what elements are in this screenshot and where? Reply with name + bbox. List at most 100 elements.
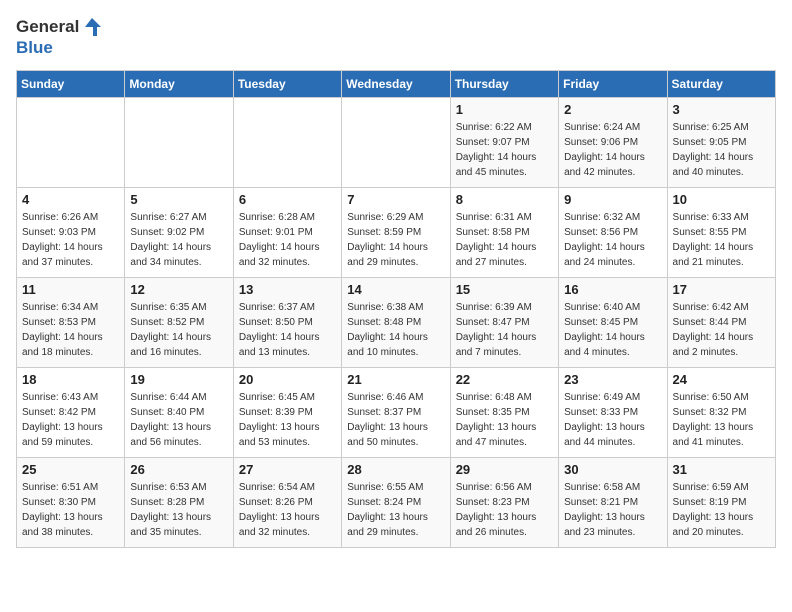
logo-text-general: General [16,17,79,37]
day-info: Sunrise: 6:45 AM Sunset: 8:39 PM Dayligh… [239,390,336,450]
calendar-cell: 2Sunrise: 6:24 AM Sunset: 9:06 PM Daylig… [559,98,667,188]
day-number: 27 [239,462,336,477]
calendar-cell: 13 Sunrise: 6:37 AM Sunset: 8:50 PM Dayli… [233,278,341,368]
day-info: Sunrise: 6:33 AM Sunset: 8:55 PM Dayligh… [673,210,770,270]
day-number: 12 [130,282,227,297]
day-info: Sunrise: 6:50 AM Sunset: 8:32 PM Dayligh… [673,390,770,450]
logo-text-blue: Blue [16,38,53,58]
logo: General Blue [16,16,103,58]
day-number: 10 [673,192,770,207]
day-number: 14 [347,282,444,297]
day-info: Sunrise: 6:32 AM Sunset: 8:56 PM Dayligh… [564,210,661,270]
col-header-thursday: Thursday [450,71,558,98]
calendar-cell [342,98,450,188]
col-header-wednesday: Wednesday [342,71,450,98]
day-number: 4 [22,192,119,207]
calendar-cell: 10 Sunrise: 6:33 AM Sunset: 8:55 PM Dayli… [667,188,775,278]
day-number: 20 [239,372,336,387]
calendar-cell: 27 Sunrise: 6:54 AM Sunset: 8:26 PM Dayli… [233,458,341,548]
day-info: Sunrise: 6:55 AM Sunset: 8:24 PM Dayligh… [347,480,444,540]
calendar-cell: 21 Sunrise: 6:46 AM Sunset: 8:37 PM Dayli… [342,368,450,458]
calendar-cell: 15Sunrise: 6:39 AM Sunset: 8:47 PM Dayli… [450,278,558,368]
day-info: Sunrise: 6:46 AM Sunset: 8:37 PM Dayligh… [347,390,444,450]
calendar-cell [233,98,341,188]
calendar-cell: 16Sunrise: 6:40 AM Sunset: 8:45 PM Dayli… [559,278,667,368]
day-info: Sunrise: 6:59 AM Sunset: 8:19 PM Dayligh… [673,480,770,540]
calendar-cell: 23 Sunrise: 6:49 AM Sunset: 8:33 PM Dayli… [559,368,667,458]
logo-arrow-icon [81,16,103,38]
day-info: Sunrise: 6:35 AM Sunset: 8:52 PM Dayligh… [130,300,227,360]
day-info: Sunrise: 6:37 AM Sunset: 8:50 PM Dayligh… [239,300,336,360]
day-info: Sunrise: 6:34 AM Sunset: 8:53 PM Dayligh… [22,300,119,360]
day-number: 31 [673,462,770,477]
day-number: 17 [673,282,770,297]
calendar-cell: 20 Sunrise: 6:45 AM Sunset: 8:39 PM Dayli… [233,368,341,458]
day-number: 7 [347,192,444,207]
day-info: Sunrise: 6:48 AM Sunset: 8:35 PM Dayligh… [456,390,553,450]
day-number: 3 [673,102,770,117]
day-number: 21 [347,372,444,387]
header: General Blue [16,16,776,58]
day-info: Sunrise: 6:39 AM Sunset: 8:47 PM Dayligh… [456,300,553,360]
calendar-cell: 11 Sunrise: 6:34 AM Sunset: 8:53 PM Dayli… [17,278,125,368]
day-number: 25 [22,462,119,477]
calendar-cell: 22Sunrise: 6:48 AM Sunset: 8:35 PM Dayli… [450,368,558,458]
col-header-tuesday: Tuesday [233,71,341,98]
day-number: 8 [456,192,553,207]
day-number: 13 [239,282,336,297]
day-info: Sunrise: 6:49 AM Sunset: 8:33 PM Dayligh… [564,390,661,450]
calendar-week-5: 25 Sunrise: 6:51 AM Sunset: 8:30 PM Dayli… [17,458,776,548]
calendar-cell: 18 Sunrise: 6:43 AM Sunset: 8:42 PM Dayli… [17,368,125,458]
day-info: Sunrise: 6:24 AM Sunset: 9:06 PM Dayligh… [564,120,661,180]
calendar-cell: 9Sunrise: 6:32 AM Sunset: 8:56 PM Daylig… [559,188,667,278]
calendar-cell: 5 Sunrise: 6:27 AM Sunset: 9:02 PM Daylig… [125,188,233,278]
day-info: Sunrise: 6:51 AM Sunset: 8:30 PM Dayligh… [22,480,119,540]
calendar-cell [17,98,125,188]
calendar-cell: 14 Sunrise: 6:38 AM Sunset: 8:48 PM Dayli… [342,278,450,368]
day-info: Sunrise: 6:26 AM Sunset: 9:03 PM Dayligh… [22,210,119,270]
day-number: 18 [22,372,119,387]
calendar-cell: 24 Sunrise: 6:50 AM Sunset: 8:32 PM Dayli… [667,368,775,458]
day-number: 19 [130,372,227,387]
calendar-cell: 6 Sunrise: 6:28 AM Sunset: 9:01 PM Daylig… [233,188,341,278]
day-number: 28 [347,462,444,477]
calendar-cell: 25 Sunrise: 6:51 AM Sunset: 8:30 PM Dayli… [17,458,125,548]
calendar-header-row: SundayMondayTuesdayWednesdayThursdayFrid… [17,71,776,98]
col-header-sunday: Sunday [17,71,125,98]
day-info: Sunrise: 6:29 AM Sunset: 8:59 PM Dayligh… [347,210,444,270]
day-info: Sunrise: 6:38 AM Sunset: 8:48 PM Dayligh… [347,300,444,360]
calendar-cell: 31 Sunrise: 6:59 AM Sunset: 8:19 PM Dayli… [667,458,775,548]
day-number: 11 [22,282,119,297]
day-number: 6 [239,192,336,207]
day-number: 16 [564,282,661,297]
day-number: 24 [673,372,770,387]
day-info: Sunrise: 6:43 AM Sunset: 8:42 PM Dayligh… [22,390,119,450]
calendar-cell: 30Sunrise: 6:58 AM Sunset: 8:21 PM Dayli… [559,458,667,548]
calendar-cell: 8 Sunrise: 6:31 AM Sunset: 8:58 PM Daylig… [450,188,558,278]
calendar-week-4: 18 Sunrise: 6:43 AM Sunset: 8:42 PM Dayli… [17,368,776,458]
col-header-friday: Friday [559,71,667,98]
calendar-cell: 17 Sunrise: 6:42 AM Sunset: 8:44 PM Dayli… [667,278,775,368]
day-number: 1 [456,102,553,117]
day-info: Sunrise: 6:27 AM Sunset: 9:02 PM Dayligh… [130,210,227,270]
day-info: Sunrise: 6:56 AM Sunset: 8:23 PM Dayligh… [456,480,553,540]
calendar-cell: 4 Sunrise: 6:26 AM Sunset: 9:03 PM Daylig… [17,188,125,278]
col-header-monday: Monday [125,71,233,98]
day-info: Sunrise: 6:22 AM Sunset: 9:07 PM Dayligh… [456,120,553,180]
day-number: 5 [130,192,227,207]
day-info: Sunrise: 6:54 AM Sunset: 8:26 PM Dayligh… [239,480,336,540]
calendar-week-2: 4 Sunrise: 6:26 AM Sunset: 9:03 PM Daylig… [17,188,776,278]
day-number: 23 [564,372,661,387]
calendar-cell: 26Sunrise: 6:53 AM Sunset: 8:28 PM Dayli… [125,458,233,548]
calendar-week-3: 11 Sunrise: 6:34 AM Sunset: 8:53 PM Dayli… [17,278,776,368]
day-info: Sunrise: 6:42 AM Sunset: 8:44 PM Dayligh… [673,300,770,360]
calendar-week-1: 1 Sunrise: 6:22 AM Sunset: 9:07 PM Daylig… [17,98,776,188]
calendar-cell: 12 Sunrise: 6:35 AM Sunset: 8:52 PM Dayli… [125,278,233,368]
calendar-cell: 29 Sunrise: 6:56 AM Sunset: 8:23 PM Dayli… [450,458,558,548]
day-number: 29 [456,462,553,477]
day-info: Sunrise: 6:44 AM Sunset: 8:40 PM Dayligh… [130,390,227,450]
day-info: Sunrise: 6:28 AM Sunset: 9:01 PM Dayligh… [239,210,336,270]
col-header-saturday: Saturday [667,71,775,98]
calendar-table: SundayMondayTuesdayWednesdayThursdayFrid… [16,70,776,548]
day-info: Sunrise: 6:31 AM Sunset: 8:58 PM Dayligh… [456,210,553,270]
